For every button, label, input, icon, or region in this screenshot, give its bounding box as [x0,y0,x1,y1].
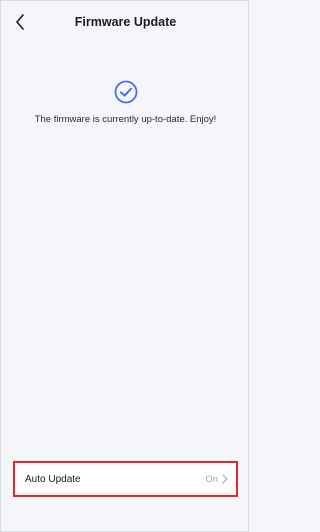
auto-update-label: Auto Update [25,473,81,485]
chevron-left-icon [16,14,24,30]
firmware-status: The firmware is currently up-to-date. En… [1,79,250,125]
auto-update-row[interactable]: Auto Update On [17,465,234,493]
header: Firmware Update [1,1,250,45]
chevron-right-icon [222,474,228,484]
auto-update-value: On [205,473,218,485]
auto-update-highlight: Auto Update On [13,461,238,497]
status-message: The firmware is currently up-to-date. En… [34,114,217,125]
back-button[interactable] [9,11,31,33]
auto-update-value-group: On [205,474,228,485]
check-circle-icon [113,79,139,105]
firmware-update-screen: Firmware Update The firmware is currentl… [0,0,249,532]
page-title: Firmware Update [74,15,177,29]
